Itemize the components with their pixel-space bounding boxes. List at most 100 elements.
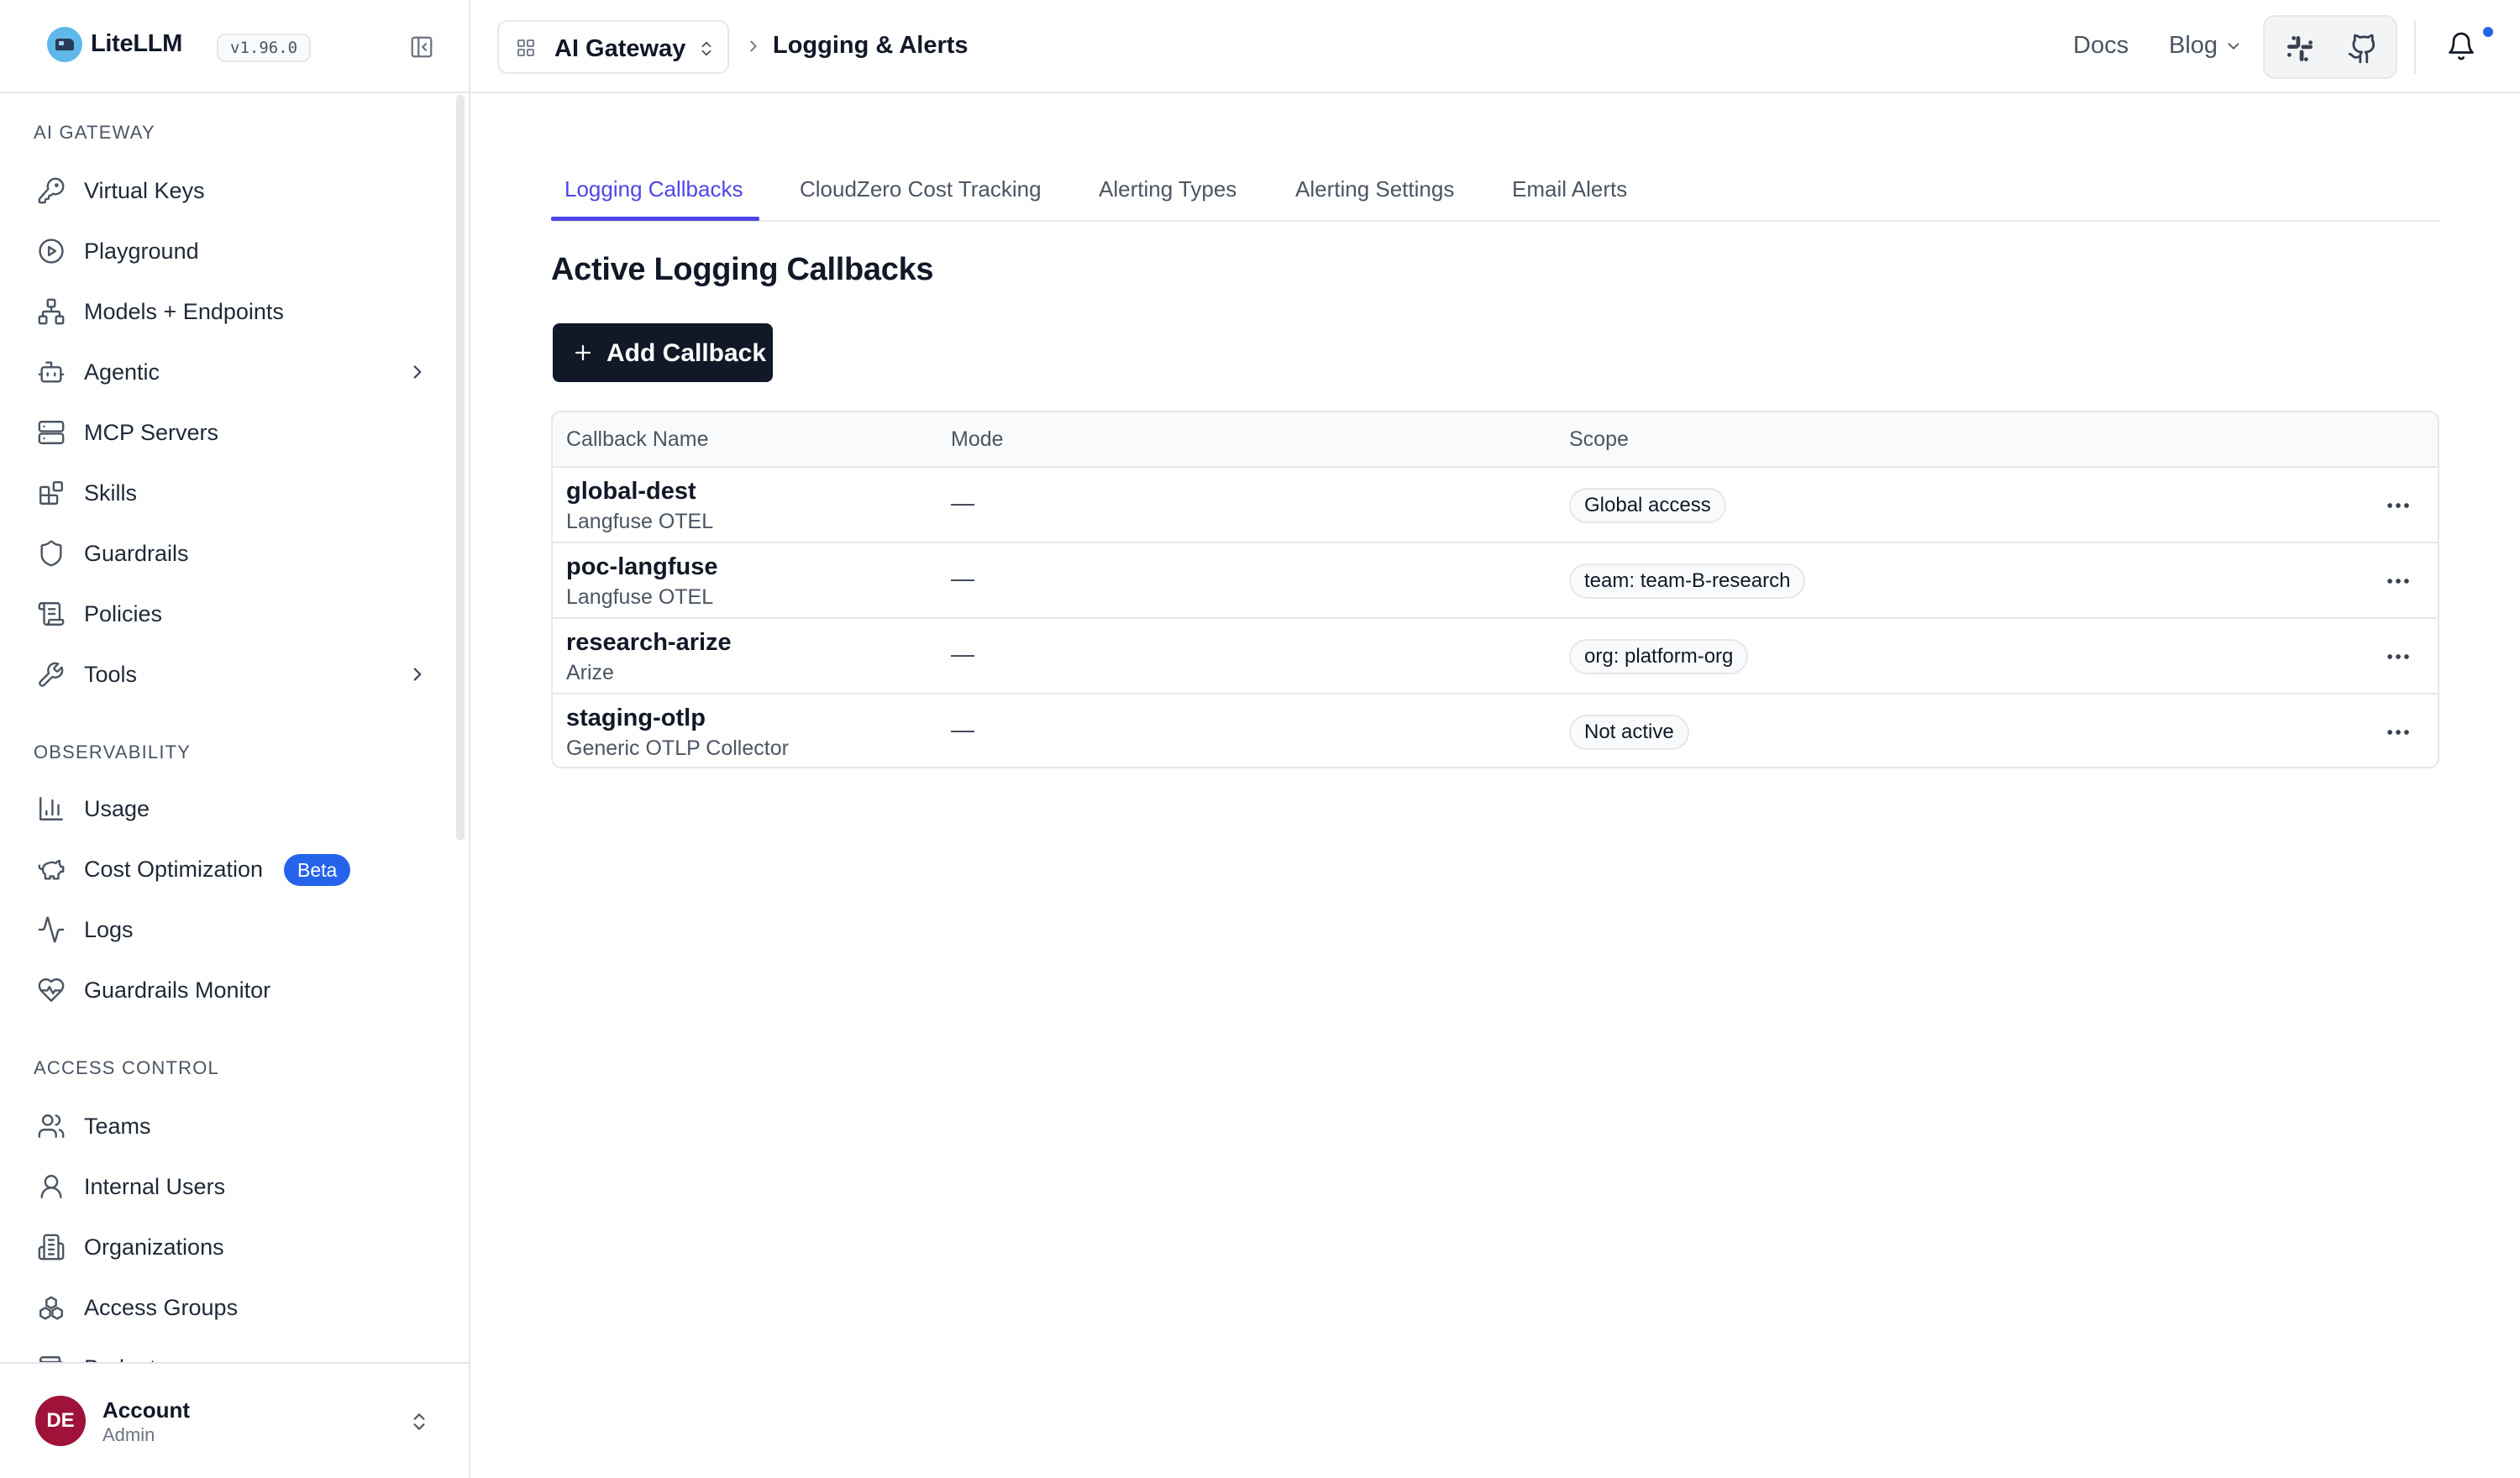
tab-bar: Logging Callbacks CloudZero Cost Trackin…: [551, 163, 2439, 222]
callback-type: Generic OTLP Collector: [566, 736, 789, 760]
sidebar-item-label: Virtual Keys: [84, 178, 205, 203]
column-header-callback-name: Callback Name: [566, 427, 709, 451]
robot-icon: [38, 361, 65, 383]
sidebar-item-usage[interactable]: Usage: [20, 782, 440, 834]
slack-icon[interactable]: [2285, 34, 2315, 64]
more-horizontal-icon[interactable]: [2384, 721, 2412, 743]
sidebar-item-policies[interactable]: Policies: [20, 587, 440, 639]
callback-name: poc-langfuse: [566, 553, 718, 580]
blog-menu[interactable]: Blog: [2169, 32, 2218, 60]
sidebar-item-teams[interactable]: Teams: [20, 1099, 440, 1151]
table-header: Callback Name Mode Scope: [553, 412, 2438, 468]
callback-name: global-dest: [566, 478, 696, 505]
heart-pulse-icon: [38, 978, 65, 1002]
callback-mode: —: [951, 490, 974, 516]
github-icon[interactable]: [2347, 33, 2379, 65]
scope-badge: team: team-B-research: [1569, 563, 1806, 599]
wrench-icon: [39, 662, 64, 687]
sidebar-item-cost-optimization[interactable]: Cost Optimization Beta: [20, 842, 440, 894]
chevron-down-icon[interactable]: [2224, 37, 2243, 55]
plus-icon: [575, 344, 591, 361]
gateway-label: AI Gateway: [554, 35, 686, 62]
bell-icon[interactable]: [2446, 30, 2476, 62]
sidebar-item-guardrails[interactable]: Guardrails: [20, 527, 440, 579]
chevrons-up-down-icon: [413, 1413, 425, 1430]
callbacks-table: Callback Name Mode Scope global-dest Lan…: [551, 411, 2439, 768]
table-row[interactable]: poc-langfuse Langfuse OTEL — team: team-…: [553, 543, 2438, 619]
sidebar-item-label: Logs: [84, 917, 134, 942]
sidebar-item-label: Guardrails: [84, 541, 189, 566]
sidebar-header: LiteLLM v1.96.0: [0, 0, 469, 93]
sidebar-item-tools[interactable]: Tools: [20, 647, 440, 700]
app-name: LiteLLM: [91, 30, 183, 57]
callback-mode: —: [951, 641, 974, 667]
tab-alerting-settings[interactable]: Alerting Settings: [1295, 176, 1454, 202]
chevron-right-icon: [413, 668, 422, 681]
server-icon: [38, 421, 65, 444]
docs-link[interactable]: Docs: [2073, 32, 2129, 60]
sidebar-item-skills[interactable]: Skills: [20, 466, 440, 518]
table-row[interactable]: research-arize Arize — org: platform-org: [553, 619, 2438, 694]
callback-type: Langfuse OTEL: [566, 585, 714, 609]
grid-icon: [517, 39, 534, 56]
sidebar-item-logs[interactable]: Logs: [20, 903, 440, 955]
blocks-icon: [39, 481, 63, 505]
notification-dot: [2483, 27, 2493, 37]
sidebar-item-models-endpoints[interactable]: Models + Endpoints: [20, 285, 440, 337]
more-horizontal-icon[interactable]: [2384, 570, 2412, 592]
table-row[interactable]: global-dest Langfuse OTEL — Global acces…: [553, 468, 2438, 543]
version-badge: v1.96.0: [217, 34, 312, 62]
tab-cloudzero-cost-tracking[interactable]: CloudZero Cost Tracking: [800, 176, 1042, 202]
chevron-right-icon: [413, 365, 422, 379]
sidebar-item-mcp-servers[interactable]: MCP Servers: [20, 406, 440, 458]
section-title-ai-gateway: AI GATEWAY: [34, 122, 155, 143]
sidebar-item-label: Internal Users: [84, 1174, 226, 1199]
scroll-icon: [38, 602, 65, 626]
gateway-switcher[interactable]: AI Gateway: [497, 20, 729, 74]
sidebar-item-label: Models + Endpoints: [84, 299, 284, 324]
page-title: Active Logging Callbacks: [551, 252, 934, 287]
callback-name: staging-otlp: [566, 705, 706, 731]
sidebar-item-label: Organizations: [84, 1234, 224, 1260]
activity-icon: [38, 916, 65, 943]
chevrons-up-down-icon: [701, 41, 711, 56]
breadcrumb-current: Logging & Alerts: [773, 32, 969, 59]
building-icon: [38, 1234, 65, 1260]
sidebar-item-budgets[interactable]: Budgets: [20, 1341, 440, 1363]
section-title-observability: OBSERVABILITY: [34, 742, 192, 763]
play-circle-icon: [39, 238, 64, 264]
account-menu[interactable]: DE Account Admin: [0, 1362, 469, 1478]
column-header-mode: Mode: [951, 427, 1004, 451]
sidebar-item-access-groups[interactable]: Access Groups: [20, 1281, 440, 1333]
top-bar: AI Gateway Logging & Alerts Docs Blog: [470, 0, 2520, 93]
sidebar-item-organizations[interactable]: Organizations: [20, 1220, 440, 1272]
sidebar-item-agentic[interactable]: Agentic: [20, 345, 440, 397]
sidebar-item-label: Teams: [84, 1114, 151, 1139]
breadcrumb-chevron-icon: [750, 40, 757, 52]
callback-mode: —: [951, 716, 974, 742]
column-header-scope: Scope: [1569, 427, 1629, 451]
sidebar-item-label: Agentic: [84, 359, 160, 385]
tab-alerting-types[interactable]: Alerting Types: [1099, 176, 1236, 202]
sidebar-scrollbar[interactable]: [456, 95, 465, 841]
sidebar-item-internal-users[interactable]: Internal Users: [20, 1160, 440, 1212]
callback-type: Langfuse OTEL: [566, 510, 714, 533]
tab-email-alerts[interactable]: Email Alerts: [1512, 176, 1627, 202]
more-horizontal-icon[interactable]: [2384, 495, 2412, 516]
table-row[interactable]: staging-otlp Generic OTLP Collector — No…: [553, 694, 2438, 767]
piggy-bank-icon: [38, 859, 65, 880]
sidebar-collapse-icon[interactable]: [409, 34, 434, 60]
scope-badge: Global access: [1569, 488, 1726, 523]
sidebar-item-label: Usage: [84, 796, 150, 821]
sidebar-item-guardrails-monitor[interactable]: Guardrails Monitor: [20, 963, 440, 1015]
sidebar-item-virtual-keys[interactable]: Virtual Keys: [20, 164, 440, 216]
scope-badge: Not active: [1569, 715, 1689, 750]
network-icon: [38, 298, 65, 325]
add-callback-button[interactable]: Add Callback: [553, 323, 773, 382]
beta-badge: Beta: [284, 854, 351, 886]
shield-icon: [40, 540, 62, 567]
tab-logging-callbacks[interactable]: Logging Callbacks: [564, 176, 743, 202]
sidebar-item-playground[interactable]: Playground: [20, 224, 440, 276]
bar-chart-icon: [39, 797, 63, 820]
more-horizontal-icon[interactable]: [2384, 646, 2412, 668]
